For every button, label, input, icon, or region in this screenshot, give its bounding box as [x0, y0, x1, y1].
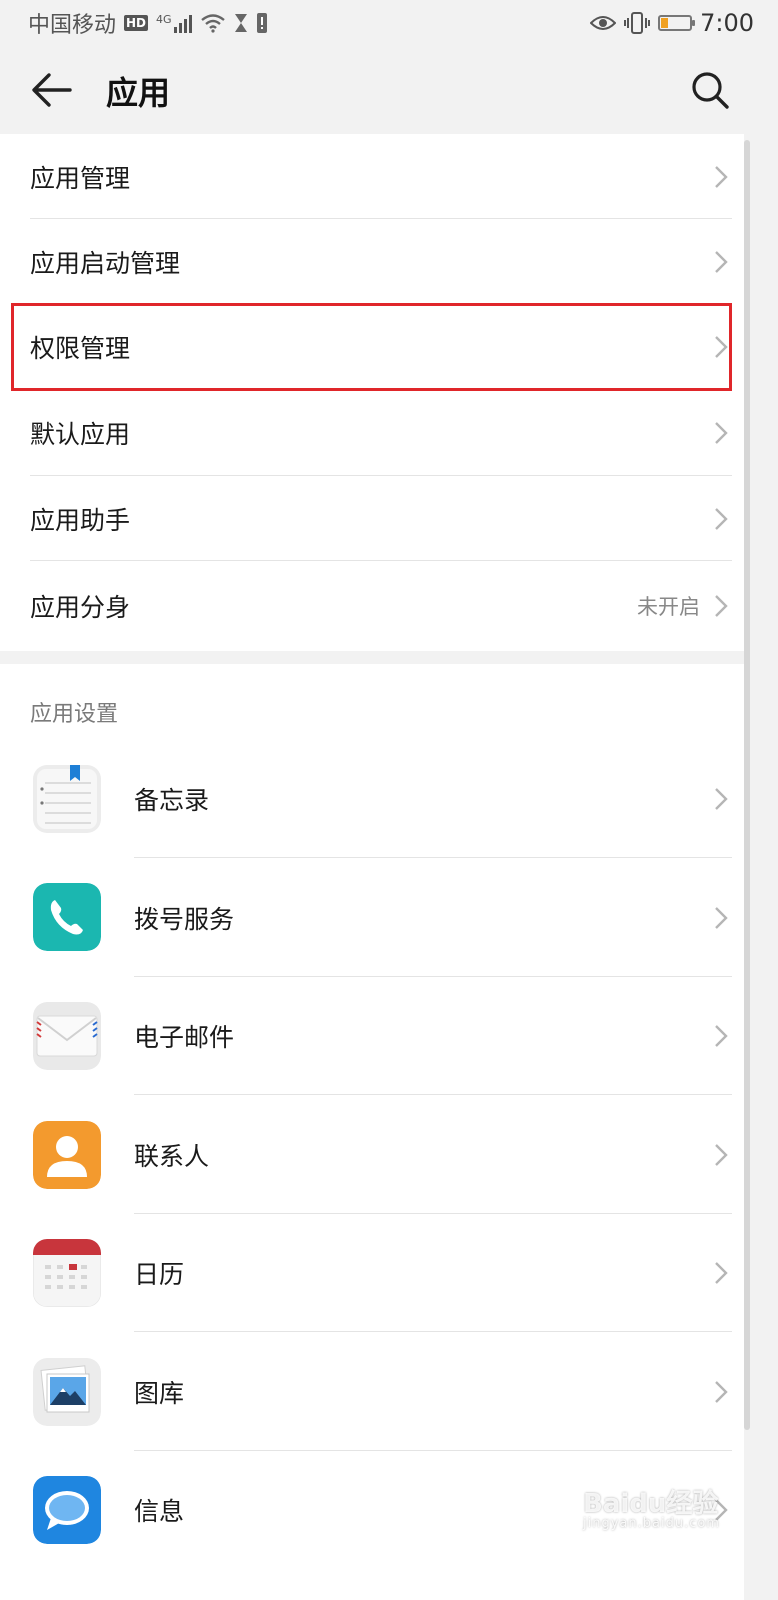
menu-item-label: 应用分身 [30, 593, 131, 622]
app-item-gallery[interactable]: 图库 [0, 1332, 744, 1451]
app-item-email[interactable]: 电子邮件 [0, 977, 744, 1095]
app-settings-card: 应用设置 备忘录 拨号服务 电子邮件 联系人 日历 图库 信息 [0, 664, 744, 1600]
menu-item-label: 应用启动管理 [30, 248, 181, 278]
baidu-watermark: Baidu经验 jingyan.baidu.com [583, 1483, 720, 1531]
app-item-calendar[interactable]: 日历 [0, 1214, 744, 1332]
chevron-right-icon [715, 250, 728, 273]
menu-item-default-apps[interactable]: 默认应用 [0, 390, 744, 476]
menu-item-label: 权限管理 [30, 334, 131, 363]
chevron-right-icon [715, 165, 728, 188]
chevron-right-icon [715, 1025, 728, 1047]
chevron-right-icon [715, 336, 728, 358]
app-item-notes[interactable]: 备忘录 [0, 739, 744, 858]
arrow-left-icon[interactable] [30, 70, 74, 110]
menu-item-label: 应用助手 [30, 505, 131, 535]
alert-icon [256, 13, 267, 33]
signal-4g-icon: 4G [156, 13, 192, 33]
app-item-contacts[interactable]: 联系人 [0, 1095, 744, 1214]
hd-badge: HD [124, 15, 149, 31]
section-title: 应用设置 [30, 702, 119, 727]
chevron-right-icon [715, 595, 728, 617]
menu-item-app-assistant[interactable]: 应用助手 [0, 476, 744, 561]
phone-icon [33, 883, 101, 951]
network-type: 4G [156, 13, 172, 26]
menu-item-permission-management[interactable]: 权限管理 [0, 304, 744, 390]
app-item-label: 拨号服务 [134, 904, 235, 934]
menu-item-label: 应用管理 [30, 163, 131, 193]
app-item-label: 日历 [134, 1260, 185, 1289]
app-item-dialer[interactable]: 拨号服务 [0, 858, 744, 977]
app-twin-status: 未开启 [637, 595, 700, 619]
scrollbar[interactable] [744, 140, 750, 1430]
menu-item-app-twin[interactable]: 应用分身 未开启 [0, 561, 744, 651]
app-item-label: 电子邮件 [134, 1023, 235, 1052]
photo-gallery-icon [33, 1358, 101, 1426]
calendar-icon [33, 1239, 101, 1307]
vibrate-icon [624, 12, 651, 34]
menu-item-startup-management[interactable]: 应用启动管理 [0, 219, 744, 304]
menu-item-app-management[interactable]: 应用管理 [0, 134, 744, 219]
menu-item-label: 默认应用 [30, 420, 131, 449]
app-bar: 应用 [0, 46, 778, 134]
watermark-brand: Baidu经验 [583, 1489, 719, 1519]
chevron-right-icon [715, 1262, 728, 1284]
contact-person-icon [33, 1121, 101, 1189]
app-item-label: 联系人 [134, 1141, 210, 1171]
app-item-label: 图库 [134, 1378, 185, 1408]
chevron-right-icon [715, 507, 728, 530]
chevron-right-icon [715, 1143, 728, 1166]
app-item-label: 信息 [134, 1497, 185, 1526]
app-item-label: 备忘录 [134, 785, 210, 815]
search-icon[interactable] [690, 70, 730, 110]
carrier-name: 中国移动 [28, 13, 117, 38]
chevron-right-icon [715, 1380, 728, 1403]
page-title: 应用 [106, 74, 171, 112]
chevron-right-icon [715, 422, 728, 444]
watermark-url: jingyan.baidu.com [583, 1516, 720, 1531]
message-bubble-icon [33, 1476, 101, 1544]
wifi-icon [200, 14, 225, 33]
eye-comfort-icon [590, 16, 617, 30]
chevron-right-icon [715, 906, 728, 929]
notepad-icon [33, 765, 101, 833]
hourglass-icon [234, 14, 247, 32]
status-bar: 中国移动 HD 4G 7:00 [0, 0, 778, 46]
clock: 7:00 [700, 9, 754, 37]
envelope-icon [33, 1002, 101, 1070]
chevron-right-icon [715, 787, 728, 810]
battery-icon [658, 15, 696, 31]
app-menu-card: 应用管理 应用启动管理 权限管理 默认应用 应用助手 应用分身 未开启 [0, 134, 744, 651]
